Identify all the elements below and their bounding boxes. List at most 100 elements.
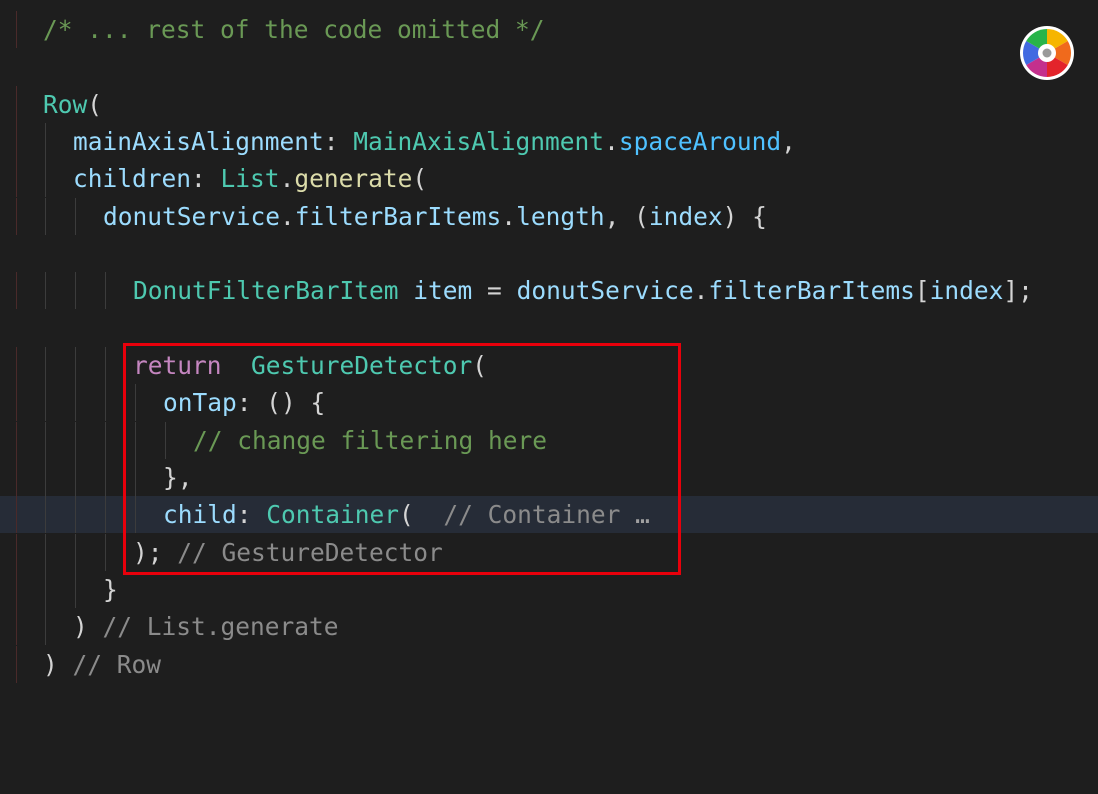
prop-token: child xyxy=(163,500,237,529)
indent-guide xyxy=(16,86,17,123)
var-token: index xyxy=(929,276,1004,305)
code-line[interactable]: onTap: () { xyxy=(0,384,1098,421)
code-line[interactable]: ) // Row xyxy=(0,646,1098,683)
prop-token: onTap xyxy=(163,388,237,417)
closing-label-hint: // GestureDetector xyxy=(162,538,443,567)
indent-guide xyxy=(75,347,76,384)
code-text: ) // List.generate xyxy=(73,608,339,645)
indent-guide xyxy=(75,198,76,235)
prop-token: length xyxy=(516,202,605,231)
indent-guide xyxy=(105,534,106,571)
param-token: index xyxy=(648,202,723,231)
indent-guide xyxy=(45,198,46,235)
indent-guide xyxy=(45,160,46,197)
code-text: onTap: () { xyxy=(163,384,325,421)
class-token: List xyxy=(220,164,280,193)
code-text: donutService.filterBarItems.length, (ind… xyxy=(103,198,767,235)
punct-token: ) { xyxy=(722,202,767,231)
indent-guide xyxy=(16,123,17,160)
indent-guide xyxy=(16,198,17,235)
prop-token: filterBarItems xyxy=(294,202,502,231)
code-text: }, xyxy=(163,463,193,492)
code-text: return GestureDetector( xyxy=(133,347,487,384)
indent-guide xyxy=(45,608,46,645)
prop-token: filterBarItems xyxy=(708,276,915,305)
code-line[interactable]: ); // GestureDetector xyxy=(0,534,1098,571)
indent-guide xyxy=(105,272,106,309)
punct-token: ); xyxy=(133,538,163,567)
code-line[interactable]: return GestureDetector( xyxy=(0,347,1098,384)
punct-token: . xyxy=(280,202,295,231)
indent-guide xyxy=(16,384,17,421)
code-line[interactable]: }, xyxy=(0,459,1098,496)
punct-token xyxy=(399,276,414,305)
punct-token: ( xyxy=(472,351,488,380)
code-line[interactable]: } xyxy=(0,571,1098,608)
var-token: donutService xyxy=(103,202,281,231)
indent-guide xyxy=(135,422,136,459)
var-token: item xyxy=(413,276,473,305)
indent-guide xyxy=(135,459,136,496)
code-text: ); // GestureDetector xyxy=(133,534,443,571)
code-comment: /* ... rest of the code omitted */ xyxy=(43,15,545,44)
punct-token: ( xyxy=(399,500,414,529)
indent-guide xyxy=(75,534,76,571)
code-editor[interactable]: /* ... rest of the code omitted */ Row( … xyxy=(0,0,1098,718)
code-line[interactable]: ) // List.generate xyxy=(0,608,1098,645)
code-line[interactable]: DonutFilterBarItem item = donutService.f… xyxy=(0,272,1098,309)
keyword-token: return xyxy=(133,351,222,380)
indent-guide xyxy=(75,496,76,533)
closing-label-hint: // Row xyxy=(57,650,162,679)
class-token: Row xyxy=(43,90,88,119)
indent-guide xyxy=(45,534,46,571)
punct-token: ) xyxy=(73,612,88,641)
indent-guide xyxy=(105,496,106,533)
indent-guide xyxy=(75,571,76,608)
code-text: } xyxy=(103,575,118,604)
prop-token: children xyxy=(73,164,192,193)
indent-guide xyxy=(75,384,76,421)
indent-guide xyxy=(16,534,17,571)
punct-token: , xyxy=(781,127,796,156)
indent-guide xyxy=(105,422,106,459)
indent-guide xyxy=(16,347,17,384)
indent-guide xyxy=(135,384,136,421)
indent-guide xyxy=(45,123,46,160)
punct-token: ( xyxy=(412,164,428,193)
code-text: DonutFilterBarItem item = donutService.f… xyxy=(133,272,1033,309)
code-line[interactable]: /* ... rest of the code omitted */ xyxy=(0,11,1098,48)
class-token: MainAxisAlignment xyxy=(353,127,605,156)
code-line[interactable]: children: List.generate( xyxy=(0,160,1098,197)
indent-guide xyxy=(135,496,136,533)
indent-guide xyxy=(45,384,46,421)
indent-guide xyxy=(45,459,46,496)
indent-guide xyxy=(45,272,46,309)
class-token: GestureDetector xyxy=(251,351,473,380)
color-wheel-icon xyxy=(1020,26,1074,80)
code-text: ) // Row xyxy=(43,646,161,683)
indent-guide xyxy=(16,646,17,683)
closing-label-hint: // List.generate xyxy=(87,612,339,641)
indent-guide xyxy=(16,459,17,496)
indent-guide xyxy=(45,347,46,384)
code-line[interactable]: // change filtering here xyxy=(0,422,1098,459)
code-line-current[interactable]: child: Container( // Container … xyxy=(0,496,1098,533)
punct-token: . xyxy=(279,164,295,193)
prop-token: mainAxisAlignment xyxy=(73,127,324,156)
indent-guide xyxy=(45,422,46,459)
punct-token: . xyxy=(501,202,517,231)
indent-guide xyxy=(16,11,17,48)
code-line[interactable]: Row( xyxy=(0,86,1098,123)
class-token: Container xyxy=(266,500,400,529)
indent-guide xyxy=(75,272,76,309)
indent-guide xyxy=(45,571,46,608)
punct-token: . xyxy=(604,127,619,156)
indent-guide xyxy=(16,422,17,459)
fold-ellipsis-icon[interactable]: … xyxy=(620,500,650,529)
code-line[interactable]: donutService.filterBarItems.length, (ind… xyxy=(0,198,1098,235)
indent-guide xyxy=(105,347,106,384)
indent-guide xyxy=(16,272,17,309)
punct-token: . xyxy=(693,276,709,305)
fn-token: generate xyxy=(294,164,413,193)
code-line[interactable]: mainAxisAlignment: MainAxisAlignment.spa… xyxy=(0,123,1098,160)
